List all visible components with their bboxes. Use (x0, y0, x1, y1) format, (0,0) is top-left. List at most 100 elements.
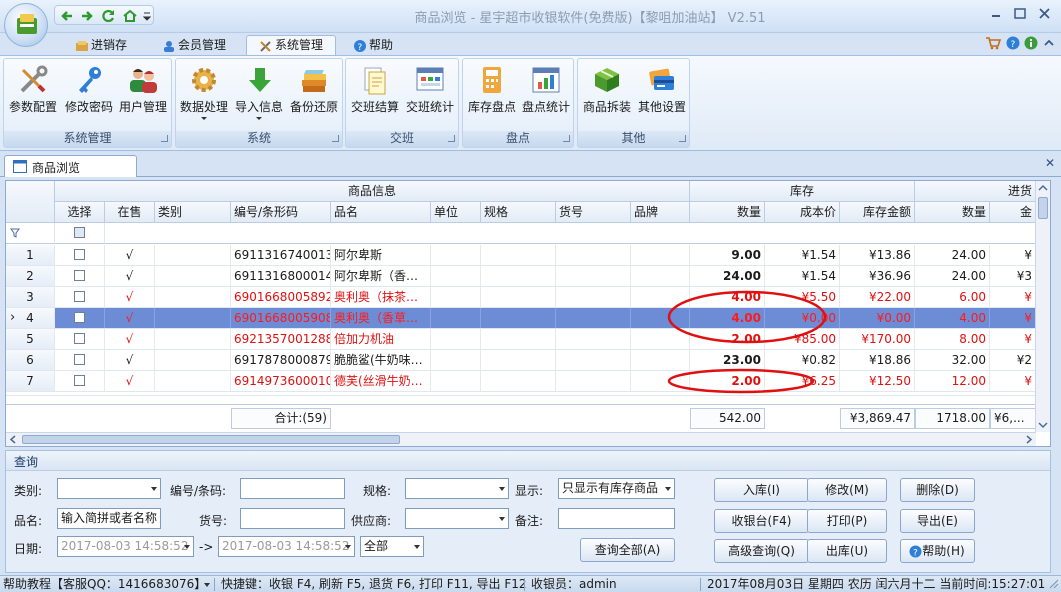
refresh-icon[interactable] (102, 9, 116, 23)
ribbon-collapse-icon[interactable] (1043, 37, 1055, 49)
row-number[interactable]: 2 (6, 266, 55, 286)
advanced-query-button[interactable]: 高级查询(Q) (714, 539, 809, 563)
data-processing-button[interactable]: 数据处理 (176, 61, 232, 127)
tab-members[interactable]: 会员管理 (148, 35, 240, 56)
row-select-checkbox[interactable] (74, 249, 85, 260)
back-arrow-icon[interactable] (60, 9, 74, 23)
forward-arrow-icon[interactable] (80, 9, 94, 23)
row-select-checkbox[interactable] (74, 375, 85, 386)
info-icon[interactable] (1024, 36, 1038, 50)
stock-out-button[interactable]: 出库(U) (807, 539, 887, 563)
group-launcher-icon[interactable] (161, 135, 168, 142)
group-launcher-icon[interactable] (332, 135, 339, 142)
name-input[interactable]: 输入简拼或者名称 (57, 508, 161, 529)
filter-row-header[interactable] (6, 223, 55, 244)
item-no-input[interactable] (240, 508, 345, 529)
table-row[interactable]: 3 √ 6901668005892 奥利奥（抹茶… 4.00 ¥5.50 ¥22.00 6.0… (6, 287, 1036, 308)
tab-system[interactable]: 系统管理 (246, 35, 336, 56)
app-menu-button[interactable] (4, 3, 48, 47)
help-button[interactable]: ? 帮助(H) (900, 539, 975, 563)
stock-in-button[interactable]: 入库(I) (714, 478, 809, 502)
tab-help[interactable]: ? 帮助 (342, 35, 404, 56)
show-all-button[interactable]: 查询全部(A) (580, 538, 675, 562)
group-launcher-icon[interactable] (679, 135, 686, 142)
filter-select-all[interactable] (55, 223, 105, 244)
row-select-checkbox[interactable] (74, 312, 85, 323)
cart-icon[interactable] (985, 36, 1001, 50)
remark-input[interactable] (558, 508, 675, 529)
row-number[interactable]: 6 (6, 350, 55, 370)
col-select[interactable]: 选择 (55, 202, 105, 223)
print-button[interactable]: 打印(P) (807, 509, 887, 533)
status-help[interactable]: 帮助教程【客服QQ：1416683076】 (3, 576, 206, 592)
scroll-up-icon[interactable] (1036, 181, 1050, 195)
group-launcher-icon[interactable] (448, 135, 455, 142)
col-in-amount[interactable]: 金 (990, 202, 1036, 223)
col-category[interactable]: 类别 (155, 202, 231, 223)
scroll-right-icon[interactable] (1022, 433, 1036, 446)
spec-select[interactable] (405, 478, 509, 499)
table-row[interactable] (6, 392, 1036, 396)
table-row[interactable]: 6 √ 6917878000879 脆脆鲨(牛奶味… 23.00 ¥0.82 ¥18.86 3… (6, 350, 1036, 371)
col-spec[interactable]: 规格 (481, 202, 556, 223)
shift-stats-button[interactable]: 交班统计 (402, 61, 458, 127)
table-row[interactable]: 7 √ 6914973600010 德芙(丝滑牛奶… 2.00 ¥6.25 ¥12.50 12… (6, 371, 1036, 392)
other-settings-button[interactable]: 其他设置 (634, 61, 690, 127)
home-icon[interactable] (123, 9, 137, 23)
col-amount[interactable]: 库存金额 (840, 202, 915, 223)
tab-inventory[interactable]: 进销存 (60, 35, 142, 56)
row-number[interactable]: 3 (6, 287, 55, 307)
stocktake-stats-button[interactable]: 盘点统计 (518, 61, 574, 127)
group-launcher-icon[interactable] (563, 135, 570, 142)
qat-dropdown-icon[interactable] (143, 10, 157, 24)
date-from-picker[interactable]: 2017-08-03 14:58:52 (57, 536, 194, 557)
col-qty[interactable]: 数量 (690, 202, 765, 223)
col-brand[interactable]: 品牌 (631, 202, 690, 223)
scroll-down-icon[interactable] (1036, 418, 1050, 432)
supplier-select[interactable] (405, 508, 509, 529)
maximize-button[interactable] (1009, 5, 1031, 23)
col-in-qty[interactable]: 数量 (915, 202, 990, 223)
close-tab-icon[interactable]: ✕ (1045, 156, 1055, 170)
param-config-button[interactable]: 参数配置 (5, 61, 61, 127)
filter-row[interactable] (105, 223, 1036, 244)
backup-restore-button[interactable]: 备份还原 (286, 61, 342, 127)
vertical-scroll-thumb[interactable] (1038, 197, 1048, 219)
export-button[interactable]: 导出(E) (900, 509, 975, 533)
select-all-checkbox[interactable] (74, 227, 85, 238)
col-code[interactable]: 编号/条形码 (231, 202, 331, 223)
col-item-no[interactable]: 货号 (556, 202, 631, 223)
col-on-sale[interactable]: 在售 (105, 202, 155, 223)
table-row[interactable]: 5 √ 6921357001288 倍加力机油 2.00 ¥85.00 ¥170.00 8.0… (6, 329, 1036, 350)
row-number[interactable]: 1 (6, 245, 55, 265)
col-unit[interactable]: 单位 (431, 202, 481, 223)
date-to-picker[interactable]: 2017-08-03 14:58:52 (218, 536, 355, 557)
row-select-checkbox[interactable] (74, 291, 85, 302)
import-info-button[interactable]: 导入信息 (231, 61, 287, 127)
resize-grip-icon[interactable] (1049, 579, 1059, 589)
horizontal-scrollbar[interactable] (6, 432, 1036, 446)
edit-button[interactable]: 修改(M) (807, 478, 887, 502)
scroll-left-icon[interactable] (6, 433, 20, 446)
display-select[interactable]: 只显示有库存商品 (558, 478, 675, 499)
range-select[interactable]: 全部 (360, 536, 424, 557)
tab-goods-browse[interactable]: 商品浏览 (4, 155, 137, 177)
user-management-button[interactable]: 用户管理 (115, 61, 171, 127)
horizontal-scroll-thumb[interactable] (22, 435, 400, 444)
status-help-dropdown-icon[interactable] (204, 583, 210, 587)
col-name[interactable]: 品名 (331, 202, 431, 223)
change-password-button[interactable]: 修改密码 (61, 61, 117, 127)
split-goods-button[interactable]: 商品拆装 (579, 61, 635, 127)
table-row[interactable]: 1 √ 6911316740013 阿尔卑斯 9.00 ¥1.54 ¥13.86 24.00 ¥ (6, 245, 1036, 266)
close-button[interactable] (1034, 5, 1056, 23)
row-select-checkbox[interactable] (74, 333, 85, 344)
stocktake-button[interactable]: 库存盘点 (464, 61, 520, 127)
vertical-scrollbar[interactable] (1035, 181, 1050, 432)
category-select[interactable] (57, 478, 161, 499)
minimize-button[interactable] (985, 5, 1007, 23)
code-input[interactable] (240, 478, 345, 499)
question-icon[interactable]: ? (1006, 36, 1020, 50)
row-number[interactable]: 5 (6, 329, 55, 349)
row-number[interactable]: 7 (6, 371, 55, 391)
row-number[interactable]: › 4 (6, 308, 55, 328)
